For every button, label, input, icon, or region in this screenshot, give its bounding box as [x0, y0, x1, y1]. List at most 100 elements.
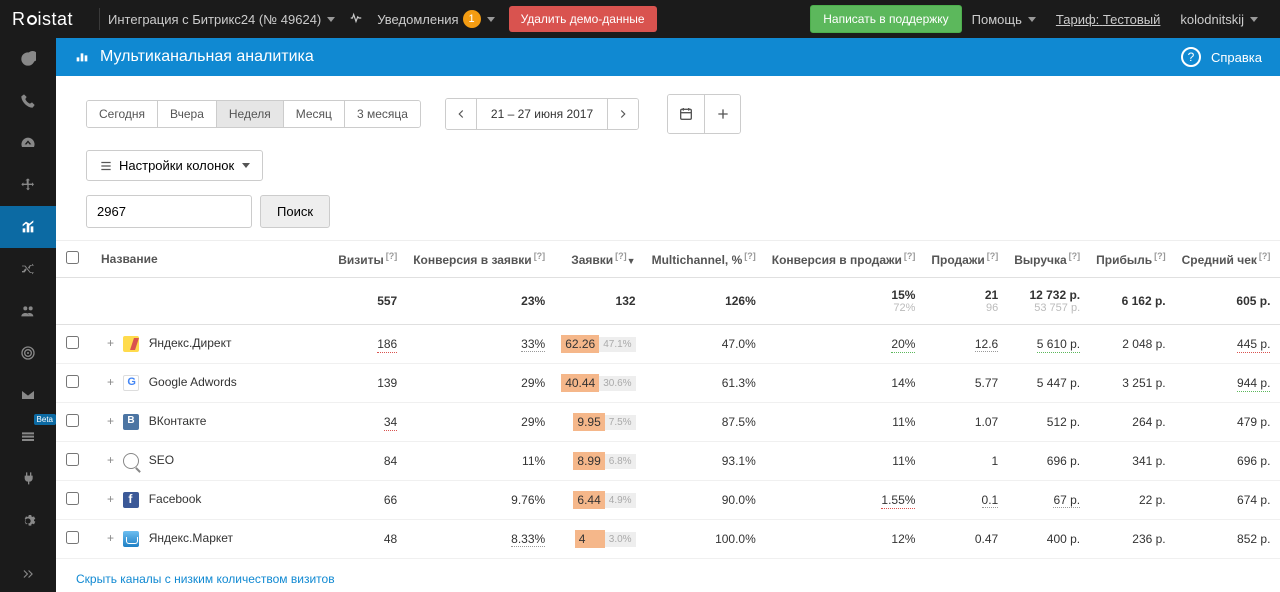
cell-profit: 3 251 р.: [1088, 364, 1174, 403]
period-month[interactable]: Месяц: [284, 101, 345, 127]
cell-revenue: 67 р.: [1006, 481, 1088, 520]
expand-toggle[interactable]: +: [101, 531, 120, 545]
logo[interactable]: Ristat: [12, 9, 73, 30]
date-navigator: 21 – 27 июня 2017: [445, 98, 639, 130]
sidebar-item-analytics[interactable]: [0, 206, 56, 248]
col-conv-sale[interactable]: Конверсия в продажи[?]: [764, 241, 924, 278]
search-input[interactable]: [86, 195, 252, 228]
extra-buttons: [667, 94, 741, 134]
expand-toggle[interactable]: +: [101, 375, 120, 389]
expand-toggle[interactable]: +: [101, 492, 120, 506]
chevron-down-icon: [487, 17, 495, 22]
col-multichannel[interactable]: Multichannel, %[?]: [644, 241, 764, 278]
sidebar-item-shuffle[interactable]: [0, 248, 56, 290]
tariff-link[interactable]: Тариф: Тестовый: [1056, 12, 1161, 27]
sidebar-item-target[interactable]: [0, 332, 56, 374]
period-yesterday[interactable]: Вчера: [158, 101, 217, 127]
expand-toggle[interactable]: +: [101, 414, 120, 428]
expand-toggle[interactable]: +: [101, 336, 120, 350]
source-name[interactable]: Яндекс.Директ: [149, 336, 232, 350]
col-name[interactable]: Название: [87, 241, 330, 278]
row-checkbox[interactable]: [66, 453, 79, 466]
sidebar-item-settings[interactable]: [0, 500, 56, 542]
help-link[interactable]: Справка: [1211, 50, 1262, 65]
cell-multichannel: 90.0%: [644, 481, 764, 520]
search-button[interactable]: Поиск: [260, 195, 330, 228]
column-settings-button[interactable]: Настройки колонок: [86, 150, 263, 181]
heart-icon[interactable]: [349, 11, 363, 28]
cell-multichannel: 61.3%: [644, 364, 764, 403]
table-row: + ВКонтакте 34 29% 9.957.5% 87.5% 11% 1.…: [56, 403, 1280, 442]
table-row: + SEO 84 11% 8.996.8% 93.1% 11% 1 696 р.…: [56, 442, 1280, 481]
row-checkbox[interactable]: [66, 414, 79, 427]
col-conv-app[interactable]: Конверсия в заявки[?]: [405, 241, 553, 278]
chevron-down-icon: [242, 163, 250, 168]
cell-sales: 1: [923, 442, 1006, 481]
col-sales[interactable]: Продажи[?]: [923, 241, 1006, 278]
calendar-button[interactable]: [668, 95, 704, 133]
sidebar-item-dashboard[interactable]: [0, 38, 56, 80]
help-label: Помощь: [972, 12, 1022, 27]
source-icon: [123, 531, 139, 547]
cell-apps: 9.957.5%: [553, 403, 643, 442]
cell-conv-app: 8.33%: [405, 520, 553, 559]
topbar: Ristat Интеграция с Битрикс24 (№ 49624) …: [0, 0, 1280, 38]
user-menu[interactable]: kolodnitskij: [1180, 12, 1258, 27]
delete-demo-button[interactable]: Удалить демо-данные: [509, 6, 657, 32]
help-menu[interactable]: Помощь: [972, 12, 1036, 27]
hide-low-channels-link[interactable]: Скрыть каналы с низким количеством визит…: [76, 572, 335, 586]
row-checkbox[interactable]: [66, 492, 79, 505]
support-button[interactable]: Написать в поддержку: [810, 5, 961, 33]
col-apps[interactable]: Заявки[?]▼: [553, 241, 643, 278]
cell-sales: 5.77: [923, 364, 1006, 403]
period-3months[interactable]: 3 месяца: [345, 101, 420, 127]
notifications-label: Уведомления: [377, 12, 458, 27]
row-checkbox[interactable]: [66, 531, 79, 544]
table-container[interactable]: Название Визиты[?] Конверсия в заявки[?]…: [56, 241, 1280, 592]
source-name[interactable]: Яндекс.Маркет: [149, 531, 233, 545]
sidebar-item-table[interactable]: Beta: [0, 416, 56, 458]
sidebar-item-users[interactable]: [0, 290, 56, 332]
cell-multichannel: 93.1%: [644, 442, 764, 481]
help-icon[interactable]: ?: [1181, 47, 1201, 67]
sidebar-item-plug[interactable]: [0, 458, 56, 500]
source-name[interactable]: ВКонтакте: [149, 414, 207, 428]
sidebar-item-move[interactable]: [0, 164, 56, 206]
col-avg-check[interactable]: Средний чек[?]: [1174, 241, 1279, 278]
source-name[interactable]: Google Adwords: [149, 375, 237, 389]
date-next-button[interactable]: [608, 99, 638, 129]
row-checkbox[interactable]: [66, 336, 79, 349]
row-checkbox[interactable]: [66, 375, 79, 388]
col-revenue[interactable]: Выручка[?]: [1006, 241, 1088, 278]
sidebar-item-mail[interactable]: [0, 374, 56, 416]
col-profit[interactable]: Прибыль[?]: [1088, 241, 1174, 278]
select-all-checkbox[interactable]: [66, 251, 79, 264]
chevron-down-icon: [327, 17, 335, 22]
cell-conv-app: 29%: [405, 364, 553, 403]
table-row: + Яндекс.Маркет 48 8.33% 43.0% 100.0% 12…: [56, 520, 1280, 559]
sidebar-collapse[interactable]: [0, 556, 56, 592]
notifications-link[interactable]: Уведомления 1: [377, 10, 494, 28]
cell-apps: 40.4430.6%: [553, 364, 643, 403]
integration-link[interactable]: Интеграция с Битрикс24 (№ 49624): [108, 12, 335, 27]
cell-visits: 48: [330, 520, 405, 559]
period-today[interactable]: Сегодня: [87, 101, 158, 127]
date-prev-button[interactable]: [446, 99, 476, 129]
cell-profit: 264 р.: [1088, 403, 1174, 442]
main: Мультиканальная аналитика ? Справка Сего…: [56, 38, 1280, 592]
cell-conv-app: 11%: [405, 442, 553, 481]
sidebar-item-calls[interactable]: [0, 80, 56, 122]
cell-sales: 12.6: [923, 325, 1006, 364]
source-name[interactable]: Facebook: [149, 492, 202, 506]
add-button[interactable]: [704, 95, 740, 133]
sidebar-item-gauge[interactable]: [0, 122, 56, 164]
analytics-icon: [74, 48, 90, 67]
period-week[interactable]: Неделя: [217, 101, 284, 127]
col-visits[interactable]: Визиты[?]: [330, 241, 405, 278]
date-range-label[interactable]: 21 – 27 июня 2017: [476, 99, 608, 129]
source-name[interactable]: SEO: [149, 453, 174, 467]
cell-avg-check: 696 р.: [1174, 442, 1279, 481]
cell-sales: 0.1: [923, 481, 1006, 520]
expand-toggle[interactable]: +: [101, 453, 120, 467]
cell-visits: 139: [330, 364, 405, 403]
